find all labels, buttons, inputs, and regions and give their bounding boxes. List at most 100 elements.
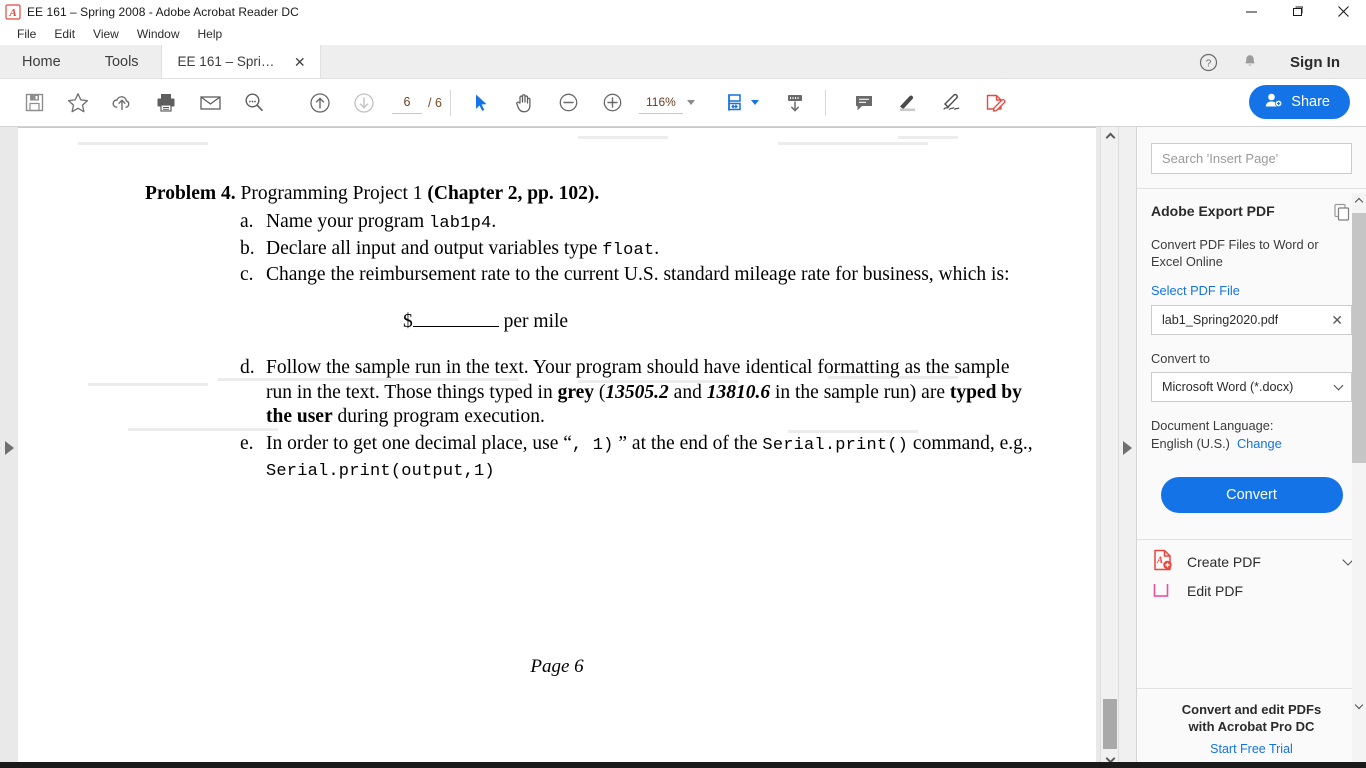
scroll-up-icon[interactable] — [1352, 193, 1366, 208]
problem-text: Programming Project 1 — [235, 183, 428, 204]
search-input[interactable] — [1151, 143, 1352, 174]
print-icon[interactable] — [144, 83, 188, 123]
item-d-grey-bold: grey — [557, 381, 595, 403]
hand-pan-icon[interactable] — [503, 83, 547, 123]
problem-chapter: (Chapter 2, pp. 102). — [427, 183, 600, 204]
window-title: EE 161 – Spring 2008 - Adobe Acrobat Rea… — [27, 4, 299, 19]
convert-to-label: Convert to — [1151, 351, 1211, 366]
main-toolbar: / 6 — [0, 79, 1366, 127]
tab-tools[interactable]: Tools — [83, 45, 161, 78]
fill-and-sign-icon[interactable] — [974, 83, 1018, 123]
select-cursor-icon[interactable] — [459, 83, 503, 123]
item-d-p4: in the sample run) are — [770, 381, 950, 403]
close-icon[interactable]: ✕ — [1331, 313, 1343, 327]
menu-view[interactable]: View — [84, 25, 128, 43]
sidebar-scrollbar[interactable] — [1352, 193, 1366, 768]
add-to-favorites-star-icon[interactable] — [56, 83, 100, 123]
menu-help[interactable]: Help — [189, 25, 232, 43]
render-artifact — [898, 136, 958, 139]
item-d-p3: and — [668, 381, 707, 403]
close-icon[interactable] — [1320, 0, 1366, 23]
cloud-upload-icon[interactable] — [100, 83, 144, 123]
svg-text:A: A — [8, 7, 16, 19]
item-b-post: . — [654, 237, 660, 259]
list-marker: b. — [240, 237, 255, 259]
acrobat-reader-window: A EE 161 – Spring 2008 - Adobe Acrobat R… — [0, 0, 1366, 768]
add-comment-icon[interactable] — [842, 83, 886, 123]
edit-pdf-icon — [1151, 584, 1175, 598]
problem-heading: Problem 4. Programming Project 1 (Chapte… — [145, 183, 599, 205]
start-free-trial-link[interactable]: Start Free Trial — [1210, 742, 1293, 756]
zoom-level-input[interactable] — [638, 91, 683, 114]
menu-file[interactable]: File — [8, 25, 45, 43]
sign-in-button[interactable]: Sign In — [1272, 54, 1354, 71]
change-language-link[interactable]: Change — [1237, 436, 1282, 451]
document-scrollbar[interactable] — [1100, 127, 1118, 768]
chevron-down-icon[interactable] — [686, 100, 695, 105]
tool-edit-pdf[interactable]: Edit PDF — [1137, 584, 1366, 598]
draw-freehand-icon[interactable] — [930, 83, 974, 123]
scroll-up-icon[interactable] — [1101, 127, 1119, 144]
previous-page-icon[interactable] — [298, 83, 342, 123]
sidebar-tools-list: A Create PDF Edit PDF — [1137, 539, 1366, 598]
next-page-icon[interactable] — [342, 83, 386, 123]
window-controls — [1228, 0, 1366, 23]
close-icon[interactable]: ✕ — [292, 53, 308, 71]
highlight-text-icon[interactable] — [886, 83, 930, 123]
list-marker: c. — [240, 264, 254, 285]
menu-edit[interactable]: Edit — [45, 25, 84, 43]
save-icon[interactable] — [12, 83, 56, 123]
share-person-icon — [1265, 92, 1283, 112]
convert-button[interactable]: Convert — [1160, 477, 1343, 513]
triangle-right-icon — [4, 440, 14, 455]
item-e-p2: ” at the end of the — [613, 432, 763, 454]
convert-to-select[interactable]: Microsoft Word (*.docx) — [1151, 372, 1352, 402]
tab-home[interactable]: Home — [0, 45, 83, 78]
scrollbar-thumb[interactable] — [1352, 213, 1366, 463]
help-circle-icon[interactable]: ? — [1188, 45, 1228, 79]
item-a-code: lab1p4 — [429, 214, 492, 233]
zoom-out-icon[interactable] — [547, 83, 591, 123]
list-text: Declare all input and output variables t… — [266, 237, 1040, 264]
maximize-icon[interactable] — [1274, 0, 1320, 23]
notification-bell-icon[interactable] — [1230, 45, 1270, 79]
item-e-code-1: , 1) — [571, 435, 614, 455]
email-icon[interactable] — [188, 83, 232, 123]
chevron-down-icon[interactable] — [750, 100, 759, 105]
tool-create-pdf[interactable]: A Create PDF — [1137, 540, 1366, 584]
zoom-level-control[interactable] — [638, 91, 695, 114]
page-scrolling-icon[interactable] — [773, 83, 817, 123]
selected-file-name: lab1_Spring2020.pdf — [1162, 313, 1279, 327]
tab-document[interactable]: EE 161 – Spring 20... ✕ — [160, 45, 321, 78]
list-item: d. Follow the sample run in the text. Yo… — [240, 356, 1040, 430]
item-b-pre: Declare all input and output variables t… — [266, 237, 603, 259]
problem-list-continued: d. Follow the sample run in the text. Yo… — [240, 310, 1040, 485]
list-item: e. In order to get one decimal place, us… — [240, 432, 1040, 485]
main-area: Problem 4. Programming Project 1 (Chapte… — [0, 127, 1366, 768]
toolbar-divider — [449, 89, 451, 116]
tab-strip-right: ? Sign In — [1188, 45, 1366, 79]
select-pdf-file-link[interactable]: Select PDF File — [1151, 283, 1352, 298]
export-pdf-icon[interactable] — [1333, 203, 1352, 227]
list-text: Name your program lab1p4. — [266, 210, 1040, 237]
document-language-label: Document Language: — [1151, 418, 1274, 433]
page-total-label: / 6 — [428, 95, 442, 110]
share-button[interactable]: Share — [1249, 85, 1350, 119]
expand-right-panel-icon[interactable] — [1118, 127, 1136, 768]
scroll-down-icon[interactable] — [1352, 698, 1366, 713]
create-pdf-icon: A — [1151, 548, 1175, 577]
page-number-control[interactable]: / 6 — [392, 91, 442, 114]
scrollbar-thumb[interactable] — [1103, 699, 1117, 749]
item-e-code-2: Serial.print() — [762, 435, 909, 455]
zoom-in-icon[interactable] — [591, 83, 635, 123]
tab-strip: Home Tools EE 161 – Spring 20... ✕ ? Sig… — [0, 45, 1366, 79]
search-icon[interactable] — [232, 83, 276, 123]
menu-window[interactable]: Window — [128, 25, 189, 43]
list-marker: d. — [240, 357, 255, 378]
selected-file-box[interactable]: lab1_Spring2020.pdf ✕ — [1151, 305, 1352, 335]
menu-bar: File Edit View Window Help — [0, 23, 1366, 45]
page-number-input[interactable] — [392, 91, 422, 114]
item-e-p3: command, e.g., — [908, 432, 1033, 454]
expand-left-panel-icon[interactable] — [0, 127, 18, 768]
minimize-icon[interactable] — [1228, 0, 1274, 23]
